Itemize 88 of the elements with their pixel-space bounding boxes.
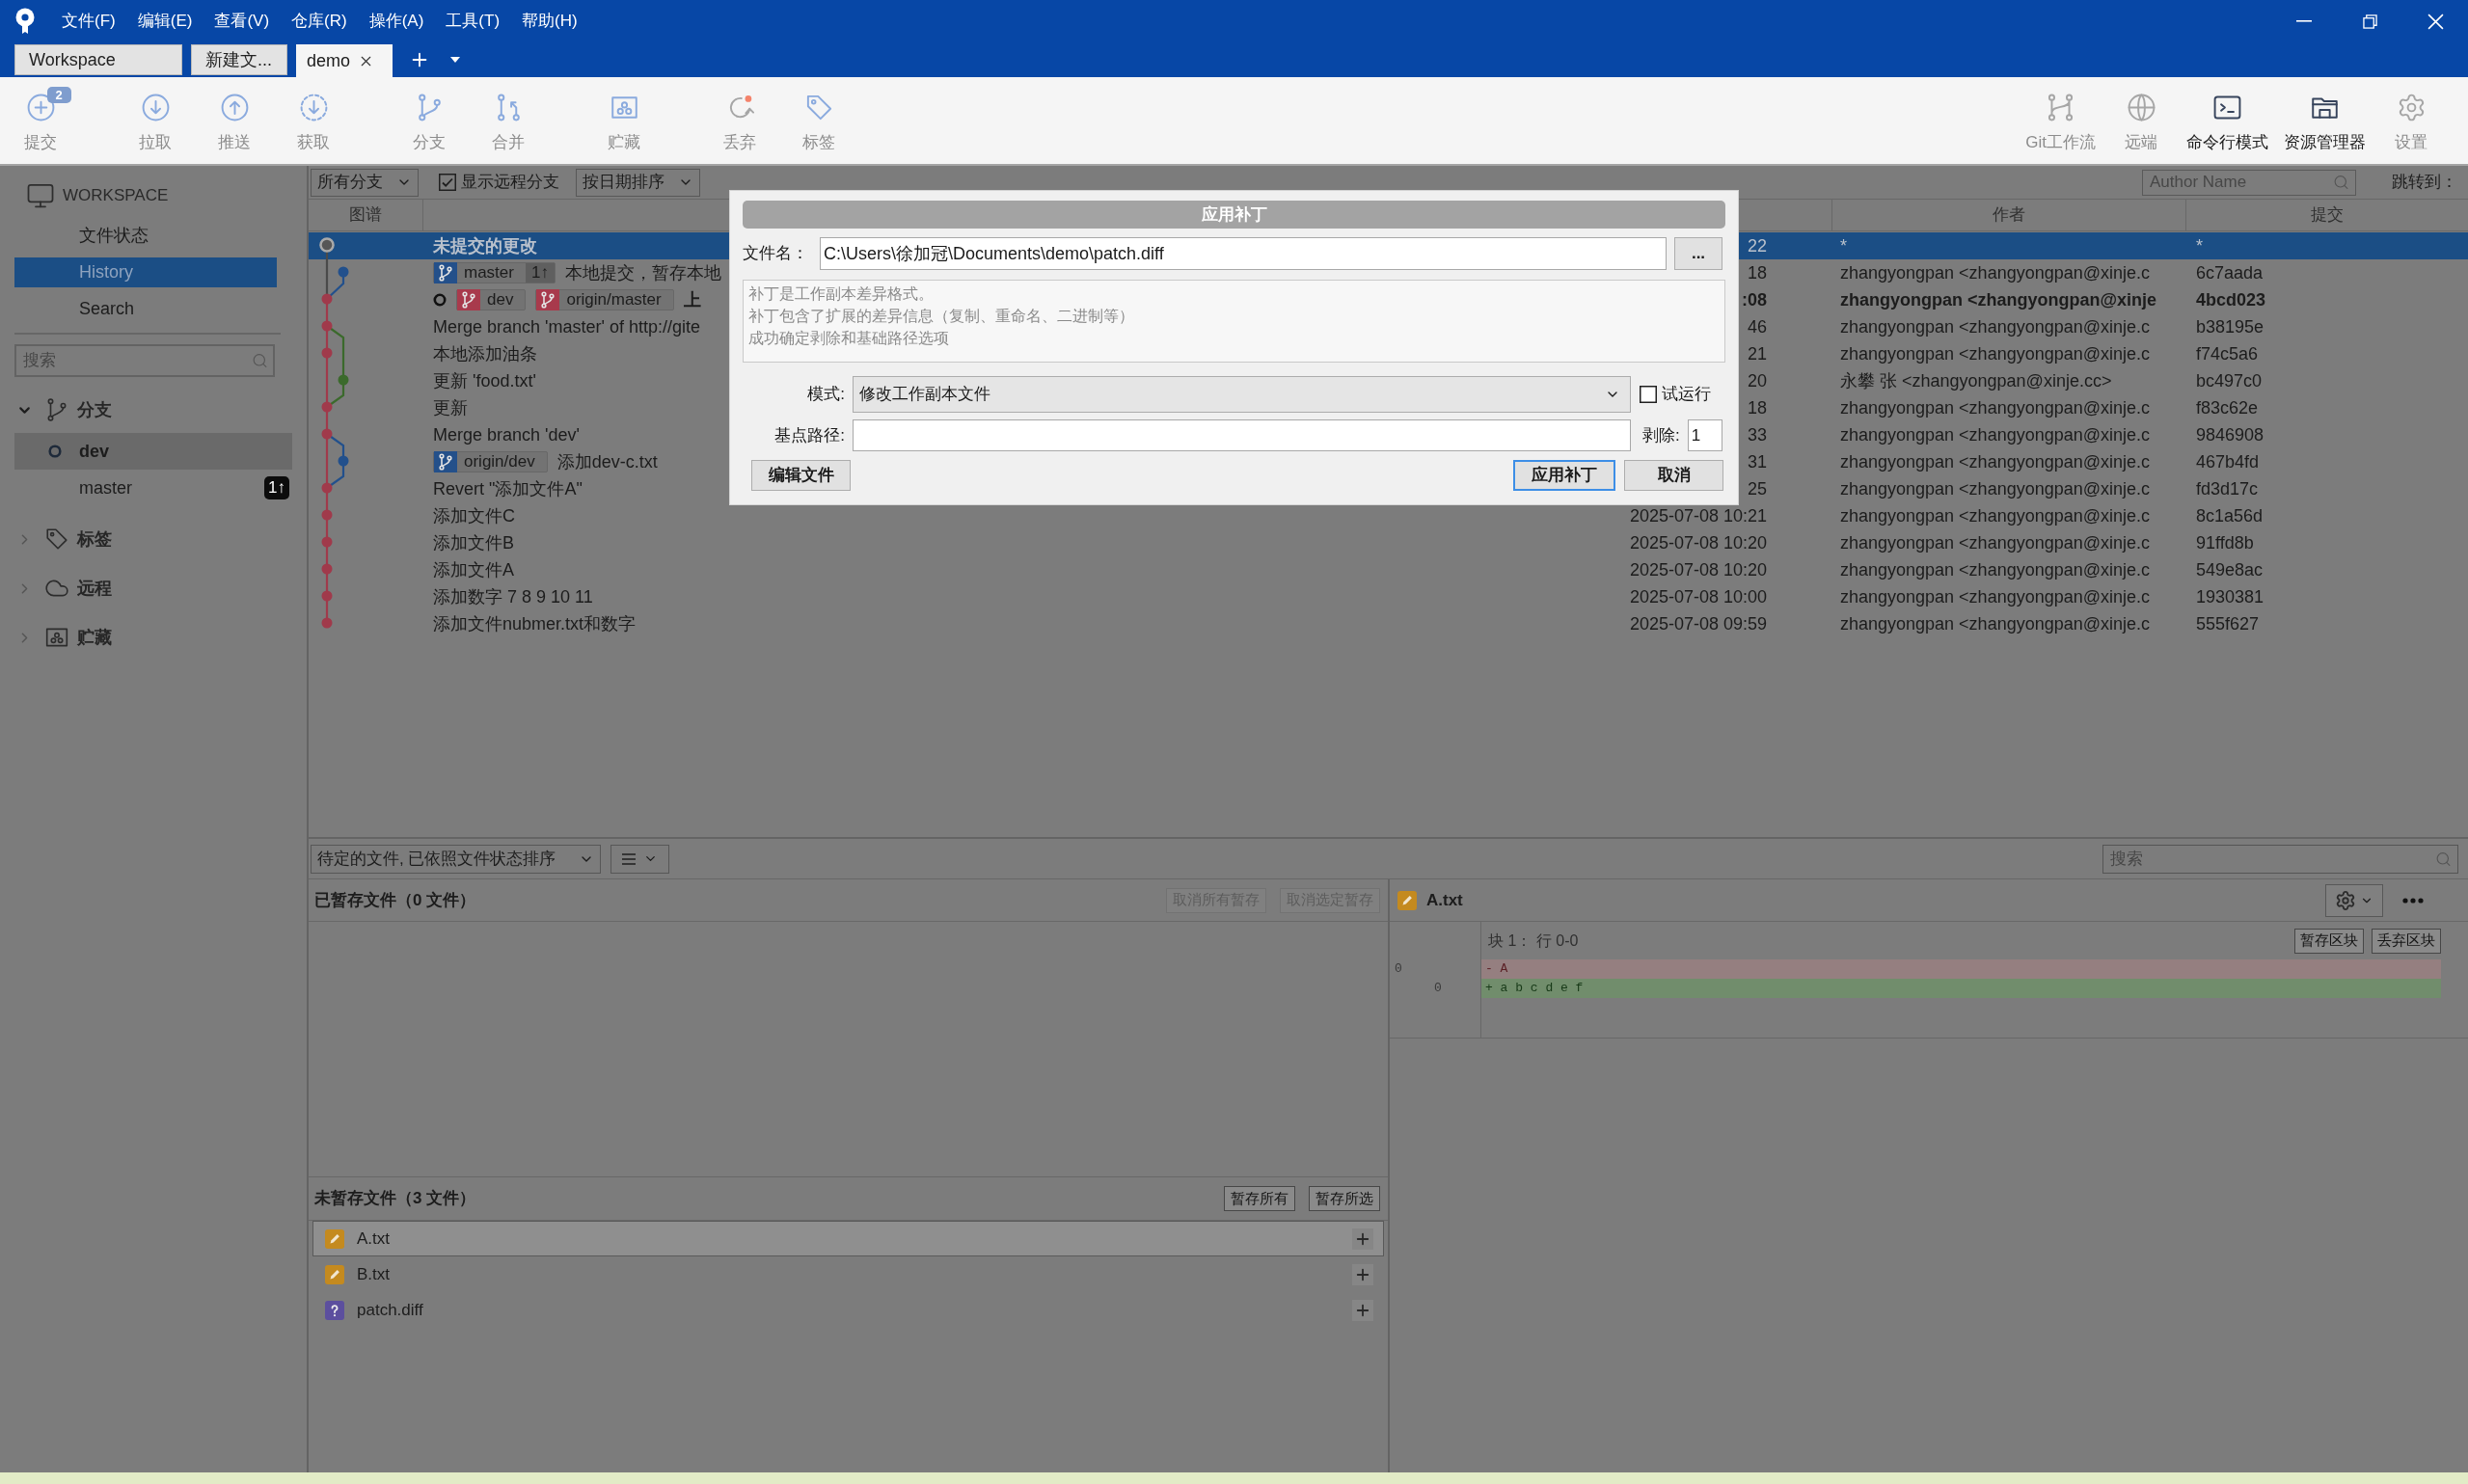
file-name: A.txt xyxy=(357,1228,390,1250)
commit-hash: 555f627 xyxy=(2196,613,2260,634)
commit-message: 本地添加油条 xyxy=(433,342,537,365)
commit-author: zhangyongpan <zhangyongpan@xinje xyxy=(1840,289,2157,310)
dry-run-label: 试运行 xyxy=(1662,384,1711,406)
commit-author: zhangyongpan <zhangyongpan@xinje.c xyxy=(1840,505,2151,526)
diff-text: + a b c d e f xyxy=(1485,980,1584,998)
commit-date: 2025-07-08 10:00 xyxy=(1629,586,1767,607)
filename-label: 文件名： xyxy=(743,243,809,265)
commit-date: 2025-07-08 10:20 xyxy=(1629,532,1767,553)
commit-message: 更新 xyxy=(433,396,468,419)
commit-hash: 9846908 xyxy=(2196,424,2265,445)
commit-author: zhangyongpan <zhangyongpan@xinje.c xyxy=(1840,532,2151,553)
commit-hash: 1930381 xyxy=(2196,586,2265,607)
commit-author: zhangyongpan <zhangyongpan@xinje.c xyxy=(1840,559,2151,580)
commit-message: 更新 'food.txt' xyxy=(433,369,536,392)
commit-author: zhangyongpan <zhangyongpan@xinje.c xyxy=(1840,586,2151,607)
commit-author: zhangyongpan <zhangyongpan@xinje.c xyxy=(1840,316,2151,337)
line-number: 0 xyxy=(1434,981,1442,996)
count-badge: 2 xyxy=(46,87,71,103)
file-name: B.txt xyxy=(357,1263,390,1285)
commit-hash: 549e8ac xyxy=(2196,559,2264,580)
commit-author: zhangyongpan <zhangyongpan@xinje.c xyxy=(1840,262,2151,283)
branch-name: origin/dev xyxy=(463,452,536,472)
workspace-title: WORKSPACE xyxy=(63,185,169,207)
base-path-label: 基点路径: xyxy=(773,424,846,446)
branch-name: dev xyxy=(486,290,515,310)
commit-author: * xyxy=(1840,235,1847,256)
commit-author: zhangyongpan <zhangyongpan@xinje.c xyxy=(1840,613,2151,634)
commit-message: 上 xyxy=(683,288,701,311)
commit-date: 2025-07-08 10:20 xyxy=(1629,559,1767,580)
commit-hash: fd3d17c xyxy=(2196,478,2259,499)
commit-date: 18 xyxy=(1747,262,1767,283)
commit-message: Revert "添加文件A" xyxy=(433,477,583,500)
commit-hash: f74c5a6 xyxy=(2196,343,2259,364)
commit-date: 21 xyxy=(1747,343,1767,364)
diff-file-name: A.txt xyxy=(1426,889,1463,911)
dialog-title: 应用补丁 xyxy=(743,201,1725,229)
info-text: 补丁是工作副本差异格式。 xyxy=(748,284,935,304)
diff-text: - A xyxy=(1485,960,1508,979)
commit-hash: 8c1a56d xyxy=(2196,505,2264,526)
commit-author: zhangyongpan <zhangyongpan@xinje.c xyxy=(1840,343,2151,364)
commit-message: 添加文件nubmer.txt和数字 xyxy=(433,612,637,635)
commit-hash: * xyxy=(2196,235,2203,256)
mode-label: 模式: xyxy=(806,384,846,406)
commit-date: 2025-07-08 10:21 xyxy=(1629,505,1767,526)
ahead-badge: 1↑ xyxy=(525,263,555,283)
hunk-title: 块 1： 行 0-0 xyxy=(1488,931,1579,951)
commit-date: 2025-07-08 09:59 xyxy=(1629,613,1767,634)
commit-hash: 6c7aada xyxy=(2196,262,2264,283)
commit-message: 添加文件B xyxy=(433,531,514,554)
unstaged-files-title: 未暂存文件（3 文件） xyxy=(314,1188,476,1210)
commit-date: :08 xyxy=(1742,289,1767,310)
commit-message: 本地提交，暂存本地 xyxy=(564,261,721,284)
commit-message: 添加文件A xyxy=(433,558,514,581)
commit-hash: 467b4fd xyxy=(2196,451,2260,472)
branch-name: origin/master xyxy=(565,290,663,310)
commit-author: zhangyongpan <zhangyongpan@xinje.c xyxy=(1840,397,2151,418)
branch-name: master xyxy=(463,263,515,283)
commit-date: 22 xyxy=(1747,235,1767,256)
commit-hash: 91ffd8b xyxy=(2196,532,2254,553)
ahead-badge: 1↑ xyxy=(264,476,289,499)
commit-message: 添加数字 7 8 9 10 11 xyxy=(433,585,593,608)
commit-date: 46 xyxy=(1747,316,1767,337)
commit-date: 25 xyxy=(1747,478,1767,499)
commit-date: 33 xyxy=(1747,424,1767,445)
commit-author: 永攀 张 <zhangyongpan@xinje.cc> xyxy=(1840,370,2112,391)
commit-hash: bc497c0 xyxy=(2196,370,2263,391)
staged-files-title: 已暂存文件（0 文件） xyxy=(314,889,476,911)
line-number: 0 xyxy=(1395,961,1402,977)
commit-message: 添加dev-c.txt xyxy=(556,450,658,473)
commit-hash: 4bcd023 xyxy=(2196,289,2266,310)
commit-date: 31 xyxy=(1747,451,1767,472)
commit-date: 20 xyxy=(1747,370,1767,391)
jump-to-label: 跳转到： xyxy=(2392,172,2457,194)
info-text: 成功确定剥除和基础路径选项 xyxy=(748,329,950,348)
commit-message: 未提交的更改 xyxy=(433,234,537,257)
info-text: 补丁包含了扩展的差异信息（复制、重命名、二进制等） xyxy=(748,307,1135,326)
commit-author: zhangyongpan <zhangyongpan@xinje.c xyxy=(1840,424,2151,445)
commit-date: 18 xyxy=(1747,397,1767,418)
file-name: patch.diff xyxy=(357,1299,423,1321)
commit-hash: f83c62e xyxy=(2196,397,2259,418)
commit-author: zhangyongpan <zhangyongpan@xinje.c xyxy=(1840,478,2151,499)
show-remote-label: 显示远程分支 xyxy=(461,172,559,194)
commit-message: 添加文件C xyxy=(433,504,515,527)
commit-hash: b38195e xyxy=(2196,316,2265,337)
commit-author: zhangyongpan <zhangyongpan@xinje.c xyxy=(1840,451,2151,472)
strip-label: 剥除: xyxy=(1642,424,1680,446)
